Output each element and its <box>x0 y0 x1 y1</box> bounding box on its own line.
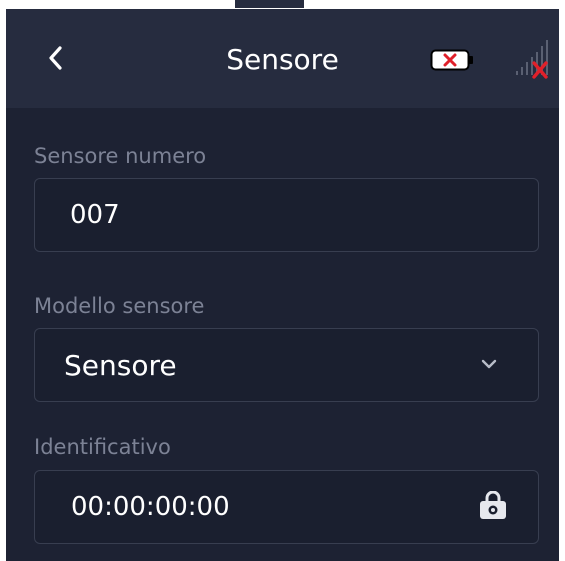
sensor-number-field[interactable]: 007 <box>34 178 539 252</box>
sensor-number-label: Sensore numero <box>34 144 207 168</box>
chevron-down-icon <box>481 359 497 369</box>
sensor-model-value: Sensore <box>64 348 177 382</box>
app-header: Sensore <box>6 9 559 108</box>
no-signal-icon <box>516 40 548 79</box>
lock-icon <box>480 491 506 519</box>
sensor-model-select[interactable]: Sensore <box>34 328 539 402</box>
sensor-model-label: Modello sensore <box>34 294 205 318</box>
identifier-label: Identificativo <box>34 435 171 459</box>
identifier-value: 00:00:00:00 <box>71 492 230 522</box>
sensor-screen: Sensore Sensore numero 007 Modello senso… <box>6 9 559 561</box>
sensor-number-value: 007 <box>70 200 120 230</box>
identifier-field: 00:00:00:00 <box>34 470 539 544</box>
battery-error-icon <box>430 49 473 71</box>
page-title: Sensore <box>226 43 339 76</box>
top-tab-indicator <box>235 0 304 8</box>
